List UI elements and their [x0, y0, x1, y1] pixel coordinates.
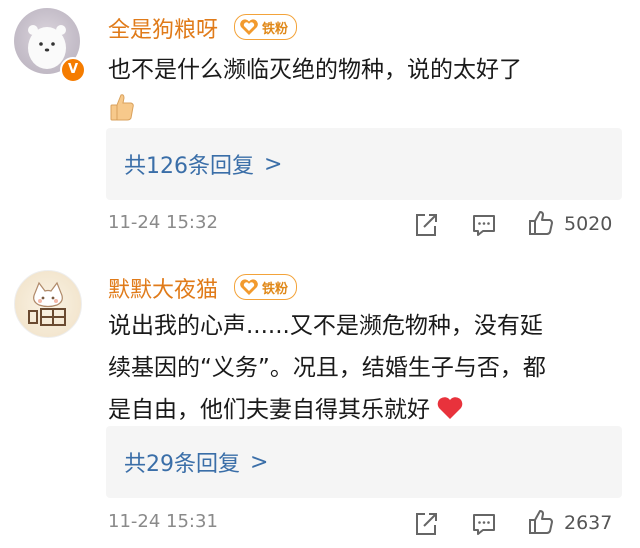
- comment-icon[interactable]: [471, 212, 497, 238]
- red-heart-icon: [437, 397, 463, 419]
- reply-count-link[interactable]: 共126条回复: [124, 148, 254, 180]
- reply-count-link[interactable]: 共29条回复: [124, 446, 240, 478]
- like-count: 2637: [564, 512, 613, 534]
- chevron-right-icon: >: [264, 151, 283, 177]
- avatar[interactable]: [14, 270, 82, 338]
- fan-badge-label: 铁粉: [262, 21, 289, 37]
- timestamp: 11-24 15:32: [108, 212, 218, 233]
- comment-text-line: 说出我的心声......又不是濒危物种，没有延: [108, 313, 543, 339]
- verified-badge-icon: V: [60, 57, 86, 83]
- comment-text-line: 也不是什么濒临灭绝的物种，说的太好了: [108, 57, 522, 83]
- comment-text-line: 续基因的“义务”。况且，结婚生子与否，都: [108, 355, 546, 381]
- timestamp: 11-24 15:31: [108, 511, 218, 532]
- like-icon[interactable]: [528, 509, 554, 535]
- comment-text-segment: 是自由，他们夫妻自得其乐就好: [108, 397, 430, 423]
- fan-badge: 铁粉: [234, 14, 298, 40]
- cat-avatar-icon: [28, 281, 66, 326]
- comment-text: 也不是什么濒临灭绝的物种，说的太好了: [108, 49, 522, 91]
- username[interactable]: 默默大夜猫: [108, 272, 218, 304]
- fan-badge-label: 铁粉: [262, 281, 289, 297]
- thumbs-up-icon: [110, 94, 134, 121]
- reply-summary[interactable]: 共126条回复 >: [106, 128, 622, 200]
- fan-heart-icon: [240, 19, 258, 35]
- like-icon[interactable]: [528, 210, 554, 236]
- share-icon[interactable]: [413, 511, 439, 537]
- like-count: 5020: [564, 213, 613, 235]
- comment-text: 说出我的心声......又不是濒危物种，没有延 续基因的“义务”。况且，结婚生子…: [108, 305, 618, 431]
- comment-icon[interactable]: [471, 511, 497, 537]
- share-icon[interactable]: [413, 212, 439, 238]
- comment-text-line: 是自由，他们夫妻自得其乐就好: [108, 389, 618, 431]
- fan-heart-icon: [240, 279, 258, 295]
- chevron-right-icon: >: [250, 449, 269, 475]
- reply-summary[interactable]: 共29条回复 >: [106, 426, 622, 498]
- fan-badge: 铁粉: [234, 274, 298, 300]
- username[interactable]: 全是狗粮呀: [108, 12, 218, 44]
